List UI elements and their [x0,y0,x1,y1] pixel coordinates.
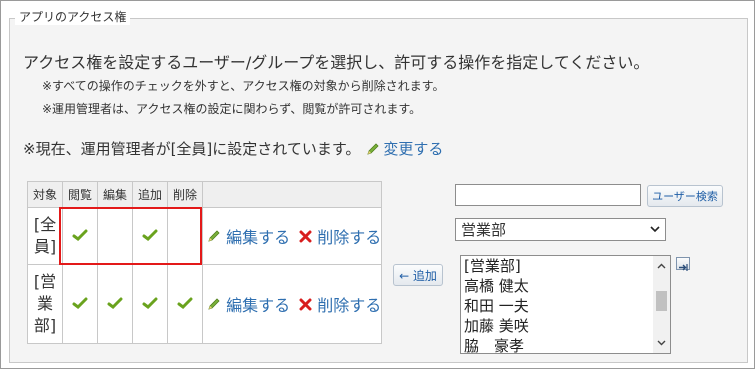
list-item[interactable]: 和田 一夫 [464,296,670,316]
perm-edit-cell[interactable] [97,264,133,344]
header-edit: 編集 [97,181,133,208]
delete-x-icon [299,230,312,242]
description-text: アクセス権を設定するユーザー/グループを選択し、許可する操作を指定してください。 [23,53,650,72]
perm-view-cell[interactable] [62,207,98,265]
table-header-row: 対象 閲覧 編集 追加 削除 [27,181,383,208]
delete-link[interactable]: 削除する [317,296,381,315]
table-row: [営業部] 編集する 削除する [27,264,383,344]
header-view: 閲覧 [62,181,98,208]
header-delete: 削除 [167,181,203,208]
delete-x-icon [299,298,312,310]
pencil-icon [208,298,220,310]
chevron-down-icon[interactable] [655,336,668,349]
note-admin: ※運用管理者は、アクセス権の設定に関わらず、閲覧が許可されます。 [42,102,422,116]
user-search-input[interactable] [455,184,641,206]
table-row: [全員] 編集する 削除する [27,207,383,265]
department-select-value: 営業部 [461,221,507,239]
check-icon [142,297,158,309]
perm-delete-cell[interactable] [167,207,203,265]
list-item[interactable]: 脇 豪孝 [464,336,670,353]
list-item[interactable]: 加藤 美咲 [464,316,670,336]
arrow-right-icon [679,264,688,271]
check-icon [107,297,123,309]
perm-delete-cell[interactable] [167,264,203,344]
current-admin-text: ※現在、運用管理者が[全員]に設定されています。 [23,140,361,158]
department-select[interactable]: 営業部 [455,218,666,241]
window-frame: アプリのアクセス権 アクセス権を設定するユーザー/グループを選択し、許可する操作… [0,0,755,369]
delete-link[interactable]: 削除する [317,228,381,247]
edit-link[interactable]: 編集する [226,296,290,315]
row-actions: 編集する 削除する [201,207,383,265]
listbox-scrollbar[interactable] [653,256,670,353]
perm-add-cell[interactable] [132,264,168,344]
row-target: [営業部] [27,264,63,344]
panel-title: アプリのアクセス権 [15,9,131,25]
perm-add-cell[interactable] [132,207,168,265]
check-icon [72,297,88,309]
pencil-icon [367,142,379,155]
header-add: 追加 [132,181,168,208]
perm-view-cell[interactable] [62,264,98,344]
edit-link[interactable]: 編集する [226,228,290,247]
header-target: 対象 [27,181,63,208]
current-admin-line: ※現在、運用管理者が[全員]に設定されています。 変更する [23,138,443,159]
check-icon [72,229,88,241]
pencil-icon [208,230,220,242]
chevron-up-icon[interactable] [655,260,668,273]
scrollbar-thumb[interactable] [656,291,667,311]
user-listbox[interactable]: [営業部] 高橋 健太 和田 一夫 加藤 美咲 脇 豪孝 [460,255,671,354]
note-uncheck: ※すべての操作のチェックを外すと、アクセス権の対象から削除されます。 [42,79,445,93]
header-actions [201,181,383,208]
check-icon [177,297,193,309]
select-all-arrow-button[interactable] [676,257,690,271]
check-icon [142,229,158,241]
list-item[interactable]: 高橋 健太 [464,276,670,296]
chevron-down-icon [650,226,660,233]
add-button[interactable]: ← 追加 [393,264,443,286]
user-search-button[interactable]: ユーザー検索 [647,185,723,207]
change-admin-link[interactable]: 変更する [383,138,443,159]
perm-edit-cell[interactable] [97,207,133,265]
list-item[interactable]: [営業部] [464,256,670,276]
access-table: 対象 閲覧 編集 追加 削除 [全員] 編集する 削除する [営業部] 編集する… [27,181,383,344]
row-target: [全員] [27,207,63,265]
row-actions: 編集する 削除する [201,264,383,344]
